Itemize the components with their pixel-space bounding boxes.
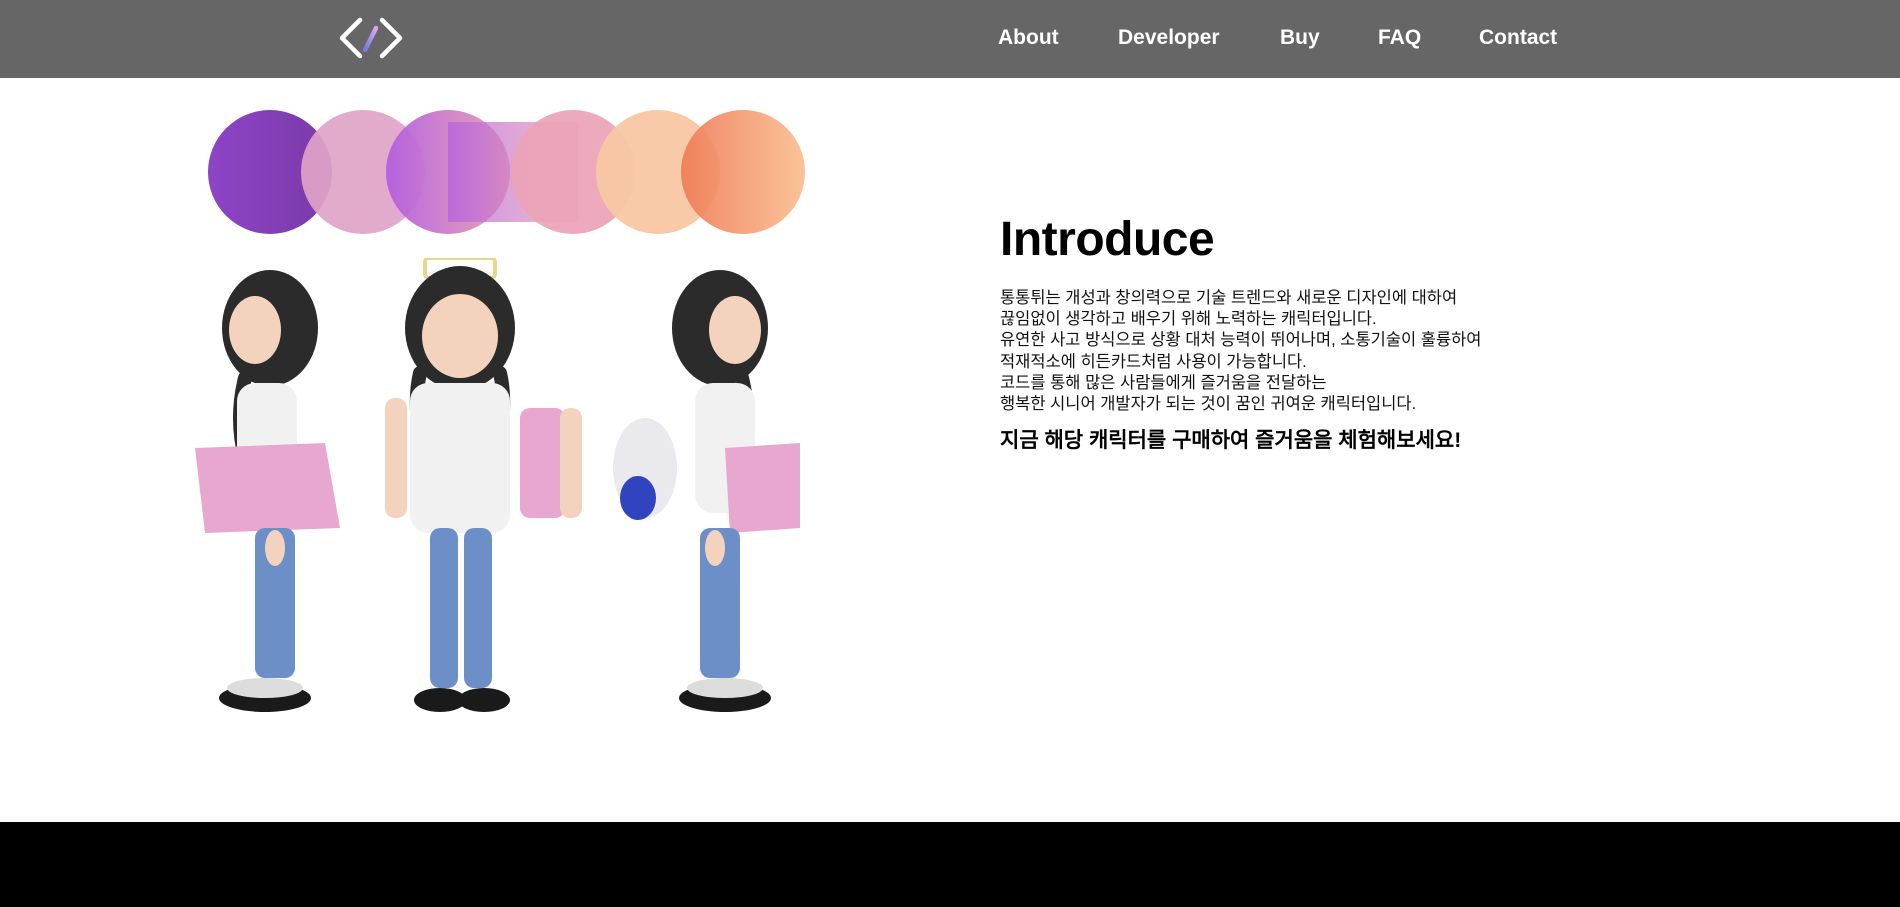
character-side-right [613, 270, 800, 712]
page-footer [0, 822, 1900, 907]
description-line: 행복한 시니어 개발자가 되는 것이 꿈인 귀여운 캐릭터입니다. [1000, 395, 1417, 414]
purchase-cta-text: 지금 해당 캐릭터를 구매하여 즐거움을 체험해보세요! [1000, 429, 1462, 453]
description-line: 유연한 사고 방식으로 상황 대처 능력이 뛰어나며, 소통기술이 훌륭하여 [1000, 331, 1482, 350]
nav-about-link[interactable]: About [998, 24, 1059, 52]
description-line: 코드를 통해 많은 사람들에게 즐거움을 전달하는 [1000, 373, 1327, 392]
character-illustration [195, 258, 800, 712]
description-line: 적재적소에 히든카드처럼 사용이 가능합니다. [1000, 352, 1307, 371]
nav-buy-link[interactable]: Buy [1280, 24, 1320, 52]
description-line: 끊임없이 생각하고 배우기 위해 노력하는 캐릭터입니다. [1000, 310, 1377, 329]
introduce-title: Introduce [1000, 213, 1215, 266]
introduce-description: 통통튀는 개성과 창의력으로 기술 트렌드와 새로운 디자인에 대하여 끊임없이… [1000, 288, 1600, 415]
nav-faq-link[interactable]: FAQ [1378, 24, 1421, 52]
main-nav: About Developer Buy FAQ Contact [0, 0, 1900, 78]
nav-contact-link[interactable]: Contact [1479, 24, 1557, 52]
nav-developer-link[interactable]: Developer [1118, 24, 1220, 52]
description-line: 통통튀는 개성과 창의력으로 기술 트렌드와 새로운 디자인에 대하여 [1000, 289, 1458, 307]
gradient-circles-graphic [208, 110, 805, 234]
character-front [385, 258, 582, 712]
top-navbar: About Developer Buy FAQ Contact [0, 0, 1900, 78]
introduce-section: Introduce 통통튀는 개성과 창의력으로 기술 트렌드와 새로운 디자인… [1000, 212, 1600, 455]
character-side-left [195, 270, 340, 712]
